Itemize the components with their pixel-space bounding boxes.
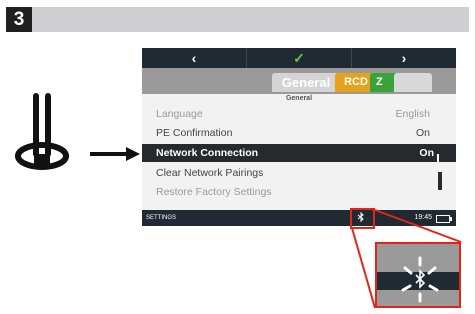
zoom-inset — [375, 242, 461, 308]
bluetooth-blinking-icon — [401, 256, 439, 303]
